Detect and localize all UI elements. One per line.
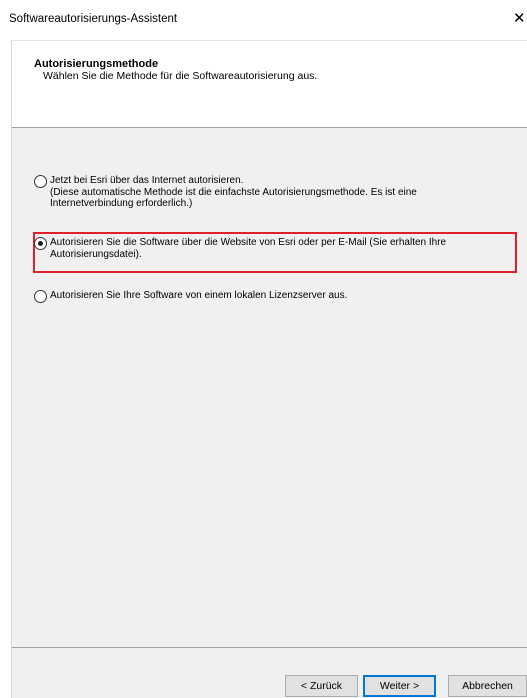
next-button[interactable]: Weiter > bbox=[363, 675, 436, 697]
option-line: Internetverbindung erforderlich.) bbox=[50, 198, 193, 209]
option-label: Jetzt bei Esri über das Internet autoris… bbox=[50, 175, 417, 210]
wizard-window: Softwareautorisierungs-Assistent ✕ Autor… bbox=[0, 0, 527, 698]
option-label: Autorisieren Sie die Software über die W… bbox=[50, 237, 446, 260]
option-license-server[interactable]: Autorisieren Sie Ihre Software von einem… bbox=[34, 290, 347, 303]
option-website-email-authorize[interactable]: Autorisieren Sie die Software über die W… bbox=[34, 237, 446, 260]
back-button[interactable]: < Zurück bbox=[285, 675, 358, 697]
option-line: Autorisierungsdatei). bbox=[50, 248, 142, 260]
page-title: Autorisierungsmethode bbox=[34, 58, 159, 70]
page-subtitle: Wählen Sie die Methode für die Softwarea… bbox=[43, 70, 318, 82]
radio-license-server[interactable] bbox=[34, 290, 47, 303]
title-bar: Softwareautorisierungs-Assistent ✕ bbox=[0, 0, 527, 40]
cancel-button[interactable]: Abbrechen bbox=[448, 675, 527, 697]
option-line: Autorisieren Sie die Software über die W… bbox=[50, 237, 447, 248]
radio-website-email-authorize[interactable] bbox=[34, 237, 47, 250]
radio-internet-authorize[interactable] bbox=[34, 175, 47, 188]
option-line: Jetzt bei Esri über das Internet autoris… bbox=[50, 175, 244, 186]
option-internet-authorize[interactable]: Jetzt bei Esri über das Internet autoris… bbox=[34, 175, 417, 210]
wizard-header: Autorisierungsmethode Wählen Sie die Met… bbox=[11, 40, 527, 127]
option-line: (Diese automatische Methode ist die einf… bbox=[50, 186, 417, 198]
window-title: Softwareautorisierungs-Assistent bbox=[9, 13, 178, 25]
option-line: Autorisieren Sie Ihre Software von einem… bbox=[50, 290, 348, 301]
close-icon[interactable]: ✕ bbox=[513, 9, 527, 29]
option-label: Autorisieren Sie Ihre Software von einem… bbox=[50, 290, 347, 302]
